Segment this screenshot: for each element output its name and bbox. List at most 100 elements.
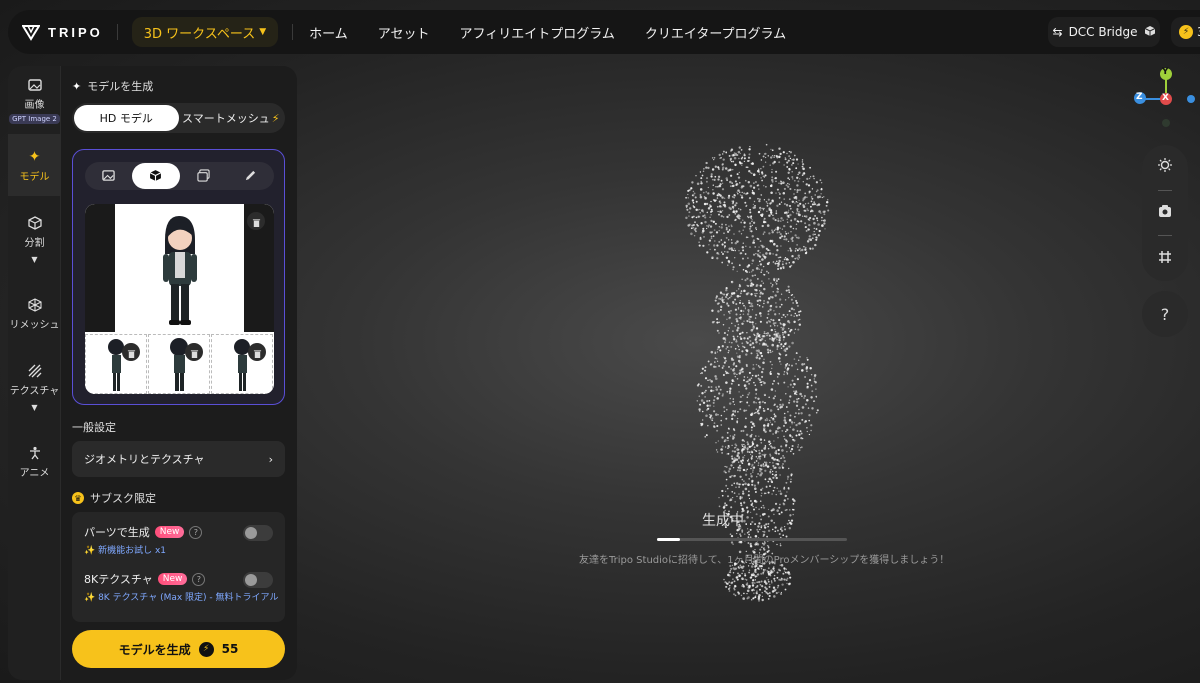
general-settings-title: 一般設定 xyxy=(72,419,116,435)
help-icon[interactable]: ? xyxy=(192,572,206,586)
delete-left-image-button[interactable] xyxy=(122,343,140,361)
left-view-image[interactable] xyxy=(85,334,147,394)
subscription-features: パーツで生成 New ? ✨ 新機能お試し x1 8Kテクスチャ New ? ✨… xyxy=(72,512,285,622)
dcc-bridge-button[interactable]: ⇆ DCC Bridge xyxy=(1048,17,1160,47)
grid-icon[interactable] xyxy=(1157,249,1173,269)
image-icon xyxy=(102,167,115,186)
delete-back-image-button[interactable] xyxy=(185,343,203,361)
single-image-mode-button[interactable] xyxy=(85,163,132,189)
cube-icon xyxy=(149,167,162,186)
axis-gizmo[interactable]: Y X Z xyxy=(1132,66,1200,136)
cube-icon xyxy=(1144,25,1156,40)
rail-item-texture[interactable]: テクスチャ ▼ xyxy=(8,362,61,418)
texture-icon xyxy=(28,362,42,380)
image-icon xyxy=(27,76,42,94)
logo-text: TRIPO xyxy=(48,24,103,40)
sparkle-icon: ✨ xyxy=(84,593,99,603)
parts-generation-row: パーツで生成 New ? xyxy=(84,524,203,540)
input-mode-toggle xyxy=(85,162,274,190)
nav-affiliate[interactable]: アフィリエイトプログラム xyxy=(460,23,615,42)
gpt-badge: GPT Image 2 xyxy=(9,114,60,124)
mesh-icon xyxy=(27,296,42,314)
help-button[interactable]: ? xyxy=(1142,291,1188,337)
bolt-icon: ⚡ xyxy=(198,641,214,657)
lighting-icon[interactable] xyxy=(1157,157,1173,177)
images-icon xyxy=(196,167,210,186)
tab-label: HD モデル xyxy=(99,112,153,125)
top-bar: TRIPO 3D ワークスペース ▼ ホーム アセット アフィリエイトプログラム… xyxy=(8,10,1200,54)
upload-card xyxy=(72,149,285,405)
x-axis-label: X xyxy=(1162,93,1169,103)
rail-label: モデル xyxy=(19,171,50,183)
delete-right-image-button[interactable] xyxy=(248,343,266,361)
character-side-figure xyxy=(108,339,124,391)
divider xyxy=(116,24,118,40)
rail-item-animate[interactable]: アニメ xyxy=(8,444,61,484)
geometry-texture-button[interactable]: ジオメトリとテクスチャ › xyxy=(72,441,285,477)
delete-front-image-button[interactable] xyxy=(247,212,265,230)
generate-cost: 55 xyxy=(221,642,239,656)
rail-label: 画像 xyxy=(24,100,45,111)
character-figure xyxy=(163,216,197,325)
3d-viewport[interactable]: 生成中... 友達をTripo Studioに招待して、1ヶ月間のProメンバー… xyxy=(297,54,1200,683)
help-icon: ? xyxy=(1160,304,1170,324)
subscription-title: ♛ サブスク限定 xyxy=(72,490,156,506)
person-icon xyxy=(28,444,42,462)
parts-generation-toggle[interactable] xyxy=(243,525,273,541)
main-nav: ホーム アセット アフィリエイトプログラム クリエイタープログラム xyxy=(309,23,786,42)
back-view-image[interactable] xyxy=(148,334,210,394)
rail-item-image[interactable]: 画像 GPT Image 2 xyxy=(8,76,61,132)
tripo-logo-icon xyxy=(22,23,40,41)
8k-texture-hint: ✨ 8K テクスチャ (Max 限定) - 無料トライアル xyxy=(84,590,278,603)
new-badge: New xyxy=(154,526,185,538)
nav-home[interactable]: ホーム xyxy=(309,23,348,42)
help-icon[interactable]: ? xyxy=(189,525,203,539)
tab-smart-mesh[interactable]: スマートメッシュ ⚡ xyxy=(179,105,284,131)
nav-assets[interactable]: アセット xyxy=(378,23,430,42)
form-title: ✦ モデルを生成 xyxy=(72,78,153,94)
left-panel: 画像 GPT Image 2 ✦ モデル 分割 ▼ リメッシュ テクスチャ ▼ xyxy=(8,66,297,680)
sparkle-icon: ✨ xyxy=(84,546,99,556)
front-view-image[interactable] xyxy=(85,204,274,332)
caret-down-icon: ▼ xyxy=(31,255,38,264)
progress-fill xyxy=(657,538,680,541)
chevron-right-icon: › xyxy=(268,452,273,466)
viewport-tools xyxy=(1142,145,1188,281)
multi-image-mode-button[interactable] xyxy=(180,163,227,189)
logo[interactable]: TRIPO xyxy=(22,23,103,41)
sparkle-icon: ✦ xyxy=(28,148,41,165)
tool-rail: 画像 GPT Image 2 ✦ モデル 分割 ▼ リメッシュ テクスチャ ▼ xyxy=(8,66,61,680)
rail-item-remesh[interactable]: リメッシュ xyxy=(8,296,61,336)
section-title-text: サブスク限定 xyxy=(90,492,156,505)
rail-label: リメッシュ xyxy=(9,320,60,331)
generate-label: モデルを生成 xyxy=(118,642,191,657)
divider xyxy=(1158,189,1172,191)
cube-split-icon xyxy=(27,214,42,232)
rail-item-segment[interactable]: 分割 ▼ xyxy=(8,214,61,270)
camera-icon[interactable] xyxy=(1157,203,1173,223)
generate-model-button[interactable]: モデルを生成 ⚡ 55 xyxy=(72,630,285,668)
progress-bar xyxy=(657,538,847,541)
generation-status: 生成中... xyxy=(702,513,758,529)
crown-icon: ♛ xyxy=(72,492,84,504)
reference-images xyxy=(85,204,274,394)
rail-label: 分割 xyxy=(24,238,45,249)
row-label: ジオメトリとテクスチャ xyxy=(84,453,205,466)
tab-label: スマートメッシュ xyxy=(182,112,270,125)
invite-hint[interactable]: 友達をTripo Studioに招待して、1ヶ月間のProメンバーシップを獲得し… xyxy=(579,551,949,566)
section-title-text: 一般設定 xyxy=(72,421,116,434)
workspace-dropdown[interactable]: 3D ワークスペース ▼ xyxy=(131,17,279,47)
credits-button[interactable]: ⚡ 31 xyxy=(1171,17,1200,47)
rail-item-model[interactable]: ✦ モデル xyxy=(8,134,61,196)
trash-icon xyxy=(190,343,199,362)
right-view-image[interactable] xyxy=(211,334,273,394)
nav-creator[interactable]: クリエイタープログラム xyxy=(645,23,786,42)
feature-label: 8Kテクスチャ xyxy=(84,573,153,586)
form-title-text: モデルを生成 xyxy=(87,80,154,93)
rail-label: アニメ xyxy=(19,468,50,479)
text-mode-button[interactable] xyxy=(227,163,274,189)
trash-icon xyxy=(252,212,261,231)
multiview-mode-button[interactable] xyxy=(132,163,180,189)
8k-texture-toggle[interactable] xyxy=(243,572,273,588)
tab-hd-model[interactable]: HD モデル xyxy=(74,105,179,131)
